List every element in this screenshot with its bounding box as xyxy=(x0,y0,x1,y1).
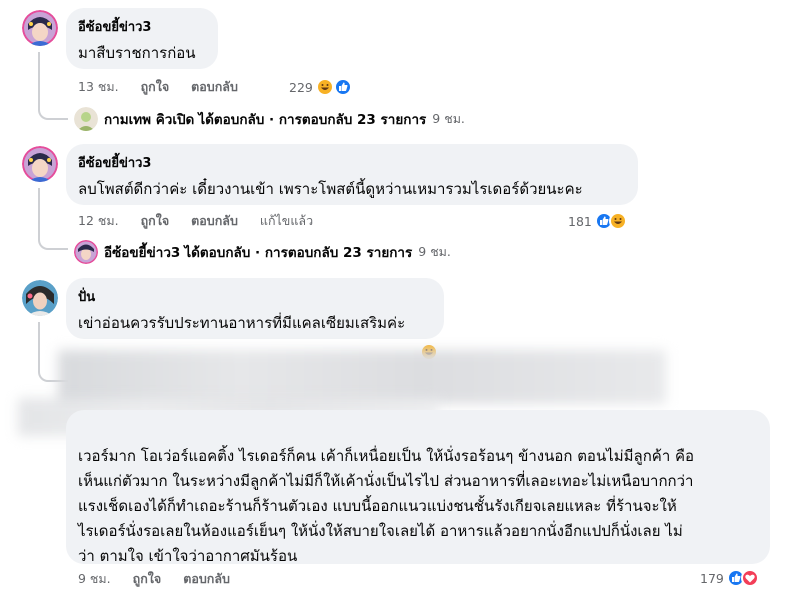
comment-bubble: เวอร์มาก โอเว่อร์แอคติ้ง ไรเดอร์ก็คน เค้… xyxy=(66,410,770,565)
comment-bubble: อีซ้อขยี้ข่าว3 มาสืบราชการก่อน xyxy=(66,8,218,69)
reaction-count: 229 xyxy=(289,79,313,95)
reply-button[interactable]: ตอบกลับ xyxy=(183,569,230,589)
thread-line xyxy=(38,188,68,250)
reply-time: 9 ชม. xyxy=(418,244,451,259)
haha-icon xyxy=(315,78,334,96)
comment-text-line: เวอร์มาก โอเว่อร์แอคติ้ง ไรเดอร์ก็คน เค้… xyxy=(78,447,695,465)
comment-author[interactable]: อีซ้อขยี้ข่าว3 xyxy=(78,152,151,173)
reply-summary[interactable]: กามเทพ คิวเปิด ได้ตอบกลับ · การตอบกลับ 2… xyxy=(104,106,465,132)
comment-time[interactable]: 9 ชม. xyxy=(78,569,111,589)
avatar[interactable] xyxy=(74,107,98,131)
comment-text: เข่าอ่อนควรรับประทานอาหารที่มีแคลเซียมเส… xyxy=(78,314,406,332)
comment-text-line: ไรเดอร์นั่งรอเลยในห้องแอร์เย็นๆ ให้นั่งใ… xyxy=(78,522,683,540)
comment-author[interactable]: อีซ้อขยี้ข่าว3 xyxy=(78,16,151,37)
like-button[interactable]: ถูกใจ xyxy=(133,569,162,589)
reply-author[interactable]: กามเทพ คิวเปิด xyxy=(104,108,194,130)
comment-bubble: อีซ้อขยี้ข่าว3 ลบโพสต์ดีกว่าค่ะ เดี๋ยวงา… xyxy=(66,144,638,205)
reaction-summary[interactable]: 181 xyxy=(568,210,627,232)
thread-line xyxy=(38,52,68,120)
reaction-count: 181 xyxy=(568,213,592,229)
comment-time[interactable]: 12 ชม. xyxy=(78,211,119,231)
reaction-count: 179 xyxy=(700,570,724,586)
reply-button[interactable]: ตอบกลับ xyxy=(191,211,238,231)
avatar[interactable] xyxy=(22,146,58,182)
comment-time[interactable]: 13 ชม. xyxy=(78,77,119,97)
like-button[interactable]: ถูกใจ xyxy=(141,211,170,231)
reaction-summary[interactable]: 229 xyxy=(289,76,352,98)
reply-author[interactable]: อีซ้อขยี้ข่าว3 xyxy=(104,241,180,263)
comment-author[interactable]: ปั่น xyxy=(78,286,95,307)
comment-bubble: ปั่น เข่าอ่อนควรรับประทานอาหารที่มีแคลเซ… xyxy=(66,278,444,339)
reaction-summary[interactable]: 179 xyxy=(700,567,759,589)
reply-button[interactable]: ตอบกลับ xyxy=(191,77,238,97)
haha-icon xyxy=(608,212,627,230)
comment-actions: 9 ชม. ถูกใจ ตอบกลับ xyxy=(78,569,252,589)
comment-text: มาสืบราชการก่อน xyxy=(78,44,196,62)
reply-count-text[interactable]: ได้ตอบกลับ · การตอบกลับ 23 รายการ xyxy=(198,108,426,130)
avatar[interactable] xyxy=(22,280,58,316)
comment-text-line: แรงเช็ดเองได้ก็ทำเถอะร้านก็ร้านตัวเอง แบ… xyxy=(78,497,677,515)
edited-label[interactable]: แก้ไขแล้ว xyxy=(260,211,313,231)
reply-summary[interactable]: อีซ้อขยี้ข่าว3 ได้ตอบกลับ · การตอบกลับ 2… xyxy=(104,239,451,265)
like-icon xyxy=(333,78,352,96)
comment-actions: 13 ชม. ถูกใจ ตอบกลับ xyxy=(78,77,260,97)
comment-text-line: เห็นแก่ตัวมาก ในระหว่างมีลูกค้าไม่มีก็ให… xyxy=(78,472,694,490)
comment-text: ลบโพสต์ดีกว่าค่ะ เดี๋ยวงานเข้า เพราะโพสต… xyxy=(78,180,583,198)
redaction-blur xyxy=(58,350,666,404)
reply-time: 9 ชม. xyxy=(432,111,465,126)
avatar[interactable] xyxy=(22,10,58,46)
comment-text-line: ว่า ตามใจ เข้าใจว่าอากาศมันร้อน xyxy=(78,547,298,565)
comment-actions: 12 ชม. ถูกใจ ตอบกลับ แก้ไขแล้ว xyxy=(78,211,335,231)
reply-count-text[interactable]: ได้ตอบกลับ · การตอบกลับ 23 รายการ xyxy=(184,241,412,263)
love-icon xyxy=(740,569,759,587)
like-button[interactable]: ถูกใจ xyxy=(141,77,170,97)
avatar[interactable] xyxy=(74,240,98,264)
